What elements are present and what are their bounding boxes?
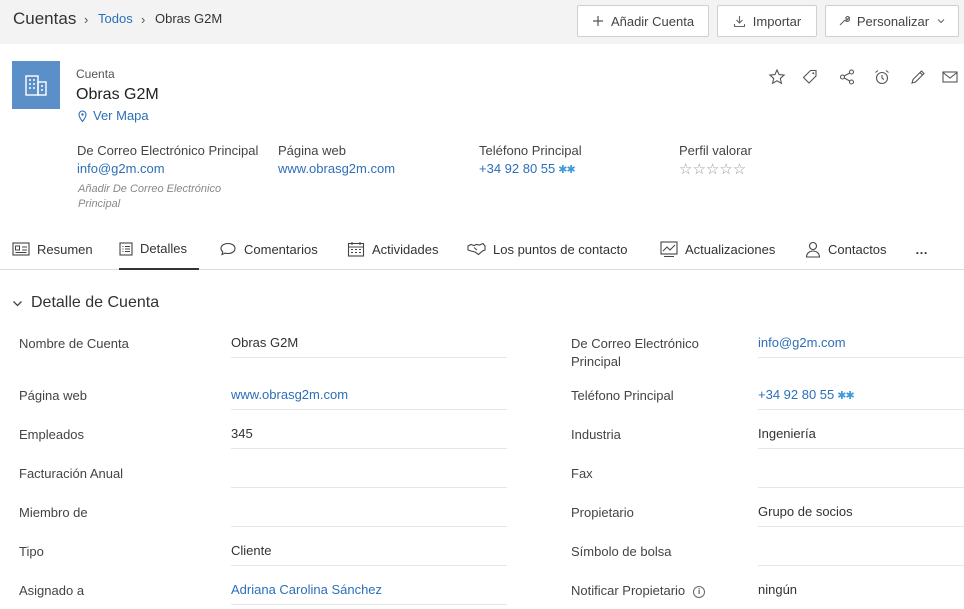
tab-label: Los puntos de contacto [493,241,628,257]
field-label: Asignado a [19,583,85,598]
field-label: Fax [571,466,593,481]
chevron-down-icon [13,300,22,306]
section-header[interactable]: Detalle de Cuenta [12,294,159,312]
view-map-label: Ver Mapa [93,108,149,123]
tab-label: Contactos [828,241,887,257]
chevron-right-icon: › [141,12,146,27]
record-name: Obras G2M [76,86,159,103]
field-label: Empleados [19,427,85,442]
envelope-icon[interactable] [941,68,959,86]
summary-email-value[interactable]: info@g2m.com [77,161,165,176]
star-icon[interactable] [768,68,786,86]
handshake-icon [467,242,486,256]
field-value[interactable] [231,504,507,527]
field-value-assignee[interactable]: Adriana Carolina Sánchez [231,582,507,605]
field-value-phone[interactable]: +34 92 80 55 ✱✱ [758,387,964,410]
field-value-website[interactable]: www.obrasg2m.com [231,387,507,410]
field-label: Símbolo de bolsa [571,544,672,559]
alarm-clock-icon[interactable] [873,68,891,86]
field-label: Tipo [19,544,44,559]
summary-phone[interactable]: +34 92 80 55 ✱✱ [479,161,576,176]
summary-email-label: De Correo Electrónico Principal [77,143,259,158]
field-label: Facturación Anual [19,466,124,481]
field-value[interactable] [758,465,964,488]
chevron-right-icon: › [84,12,89,27]
summary-icon [12,242,30,256]
field-value[interactable] [231,465,507,488]
add-account-button[interactable]: Añadir Cuenta [577,5,709,37]
view-map-link[interactable]: Ver Mapa [78,108,149,123]
summary-email-hint[interactable]: Añadir De Correo Electrónico Principal [78,182,248,212]
summary-rating-label: Perfil valorar [679,143,752,158]
share-icon[interactable] [838,68,856,86]
field-value[interactable]: Obras G2M [231,335,507,358]
summary-phone-value: +34 92 80 55 [479,161,556,176]
field-label: Nombre de Cuenta [19,336,129,351]
add-account-label: Añadir Cuenta [610,13,695,29]
field-label: Página web [19,388,87,403]
top-bar: Cuentas › Todos › Obras G2M Añadir Cuent… [0,0,964,44]
tab-actualizaciones[interactable]: Actualizaciones [660,229,775,269]
tag-icon[interactable] [801,68,819,86]
phone-value: +34 92 80 55 [758,387,835,402]
map-pin-icon [78,109,87,122]
breadcrumb-current: Obras G2M [155,11,223,26]
plus-icon [592,16,603,26]
record-tabs: Resumen Detalles Comentarios Actividades… [0,229,964,270]
section-title: Detalle de Cuenta [31,294,160,311]
person-icon [805,241,821,258]
import-button[interactable]: Importar [717,5,817,37]
details-icon [119,241,133,256]
phone-dial-icon[interactable]: ✱✱ [558,164,575,176]
field-value[interactable]: 345 [231,426,507,449]
field-value[interactable]: Cliente [231,543,507,566]
field-label: Miembro de [19,505,88,520]
field-value[interactable]: Grupo de socios [758,504,964,527]
tab-label: Resumen [37,241,93,257]
more-tabs-button[interactable]: … [915,229,928,269]
rating-stars[interactable]: ☆☆☆☆☆ [679,160,746,178]
comments-icon [220,242,236,256]
tab-actividades[interactable]: Actividades [347,229,438,269]
field-label: Industria [571,427,621,442]
field-label-notify: Notificar Propietario i [571,582,706,600]
phone-dial-icon[interactable]: ✱✱ [837,390,854,402]
chart-icon [660,241,678,257]
tab-comentarios[interactable]: Comentarios [219,229,318,269]
record-type: Cuenta [76,67,115,81]
more-icon: … [915,241,928,257]
chevron-down-icon [937,19,945,24]
account-avatar [12,61,60,109]
tab-label: Actualizaciones [685,241,776,257]
customize-label: Personalizar [856,13,930,29]
summary-website-value[interactable]: www.obrasg2m.com [278,161,395,176]
field-value[interactable]: Ingeniería [758,426,964,449]
tab-label: Comentarios [244,241,318,257]
tab-label: Detalles [140,241,187,256]
tab-resumen[interactable]: Resumen [12,229,93,269]
import-icon [733,15,745,27]
wrench-icon [839,15,850,26]
summary-website-label: Página web [278,143,346,158]
tab-puntos-contacto[interactable]: Los puntos de contacto [467,229,627,269]
field-value-email[interactable]: info@g2m.com [758,335,964,358]
breadcrumb-module[interactable]: Cuentas [13,9,76,29]
tab-contactos[interactable]: Contactos [805,229,887,269]
tab-detalles[interactable]: Detalles [119,229,199,270]
field-value[interactable]: ningún [758,582,964,605]
field-label: Teléfono Principal [571,388,674,403]
field-label: Notificar Propietario [571,583,686,598]
tab-label: Actividades [372,241,439,257]
pencil-icon[interactable] [909,68,927,86]
field-value[interactable] [758,543,964,566]
customize-button[interactable]: Personalizar [825,5,959,37]
summary-phone-label: Teléfono Principal [479,143,582,158]
building-icon [25,75,47,96]
field-label: De Correo Electrónico Principal [571,336,699,369]
import-label: Importar [752,13,802,29]
calendar-icon [347,242,365,257]
breadcrumb-list-link[interactable]: Todos [98,11,133,26]
info-icon[interactable]: i [693,586,706,598]
field-label: Propietario [571,505,634,520]
